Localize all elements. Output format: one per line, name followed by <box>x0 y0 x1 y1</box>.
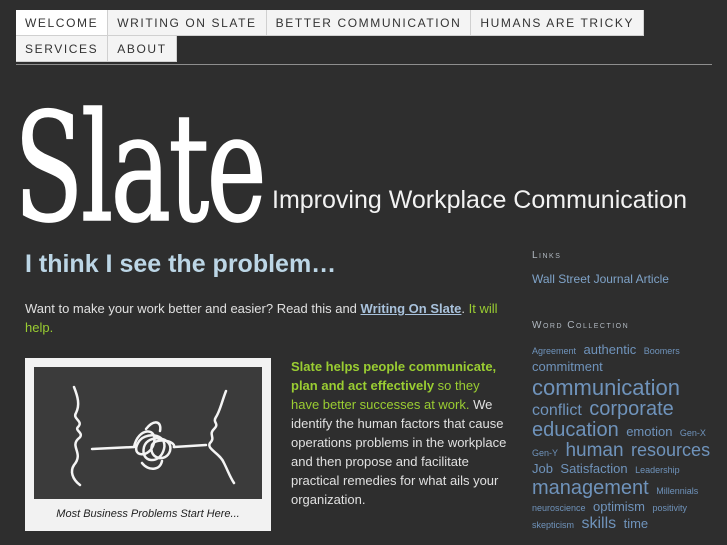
service-description: Slate helps people communicate, plan and… <box>291 357 509 509</box>
tag-authentic[interactable]: authentic <box>583 342 636 357</box>
tag-job[interactable]: Job <box>532 461 553 476</box>
tag-communication[interactable]: communication <box>532 375 680 400</box>
main-nav: WELCOME WRITING ON SLATE BETTER COMMUNICAT… <box>16 10 671 62</box>
tag-gen-y[interactable]: Gen-Y <box>532 448 558 458</box>
tag-resources[interactable]: resources <box>631 440 710 460</box>
tag-conflict[interactable]: conflict <box>532 402 582 419</box>
tag-gen-x[interactable]: Gen-X <box>680 428 706 438</box>
tag-neuroscience[interactable]: neuroscience <box>532 503 586 513</box>
tag-education[interactable]: education <box>532 419 619 441</box>
nav-writing-on-slate[interactable]: WRITING ON SLATE <box>108 10 267 36</box>
description-text: We identify the human factors that cause… <box>291 397 507 507</box>
tag-skills[interactable]: skills <box>581 515 616 532</box>
intro-separator: . <box>461 301 469 316</box>
tangled-line-illustration <box>34 367 262 499</box>
intro-paragraph: Want to make your work better and easier… <box>25 299 505 337</box>
links-heading: Links <box>532 250 562 261</box>
problem-figure: Most Business Problems Start Here... <box>25 358 271 531</box>
tag-cloud: Agreement authentic Boomers commitment c… <box>532 342 717 533</box>
tag-human[interactable]: human <box>565 440 623 461</box>
tag-optimism[interactable]: optimism <box>593 499 645 514</box>
tag-skepticism[interactable]: skepticism <box>532 520 574 530</box>
tag-time[interactable]: time <box>624 516 649 531</box>
wall-street-journal-link[interactable]: Wall Street Journal Article <box>532 272 669 286</box>
tag-management[interactable]: management <box>532 477 649 499</box>
nav-divider <box>16 64 712 65</box>
nav-humans-are-tricky[interactable]: HUMANS ARE TRICKY <box>471 10 645 36</box>
tag-commitment[interactable]: commitment <box>532 359 603 374</box>
logo-text: Slate <box>14 82 264 230</box>
writing-on-slate-link[interactable]: Writing On Slate <box>361 301 462 316</box>
figure-caption: Most Business Problems Start Here... <box>56 508 240 520</box>
nav-about[interactable]: ABOUT <box>108 36 177 62</box>
tag-boomers[interactable]: Boomers <box>644 346 680 356</box>
word-collection-heading: Word Collection <box>532 320 630 331</box>
tag-agreement[interactable]: Agreement <box>532 346 576 356</box>
intro-text: Want to make your work better and easier… <box>25 301 361 316</box>
tag-positivity[interactable]: positivity <box>652 503 687 513</box>
site-tagline: Improving Workplace Communication <box>272 186 687 214</box>
tag-millennials[interactable]: Millennials <box>656 486 698 496</box>
tag-satisfaction[interactable]: Satisfaction <box>560 461 627 476</box>
tag-corporate[interactable]: corporate <box>589 398 674 420</box>
nav-welcome[interactable]: WELCOME <box>16 10 109 36</box>
tag-leadership[interactable]: Leadership <box>635 465 680 475</box>
slate-logo[interactable]: Slate <box>14 74 266 230</box>
page-title: I think I see the problem… <box>25 250 337 278</box>
nav-services[interactable]: SERVICES <box>16 36 109 62</box>
nav-better-communication[interactable]: BETTER COMMUNICATION <box>266 10 472 36</box>
tag-emotion[interactable]: emotion <box>626 424 672 439</box>
